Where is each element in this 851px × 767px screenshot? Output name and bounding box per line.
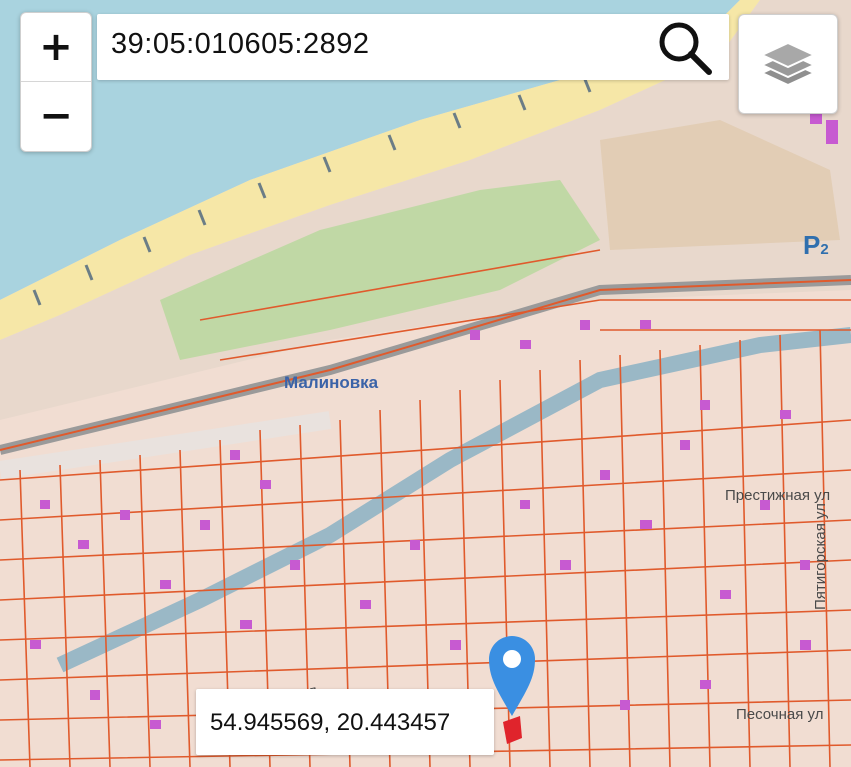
location-pin-icon[interactable] — [489, 636, 535, 716]
search-bar[interactable]: 39:05:010605:2892 — [97, 14, 729, 80]
coordinates-text: 54.945569, 20.443457 — [210, 709, 451, 736]
parking-letter: P — [803, 230, 821, 260]
street-label-pyatigorskaya: Пятигорская ул — [812, 503, 829, 610]
village-label: Малиновка — [284, 373, 379, 392]
zoom-control: + − — [20, 12, 92, 152]
search-icon[interactable] — [655, 20, 715, 76]
parking-label: P2 — [803, 230, 829, 261]
selected-parcel[interactable] — [503, 716, 522, 744]
layers-icon — [759, 41, 817, 87]
zoom-in-button[interactable]: + — [21, 13, 91, 82]
zoom-out-button[interactable]: − — [21, 82, 91, 150]
layers-button[interactable] — [738, 14, 838, 114]
cadastral-map[interactable] — [0, 0, 851, 767]
street-label-prestizhnaya: Престижная ул — [725, 487, 831, 504]
parking-sub: 2 — [820, 241, 829, 258]
street-label-pesochnaya: Песочная ул — [736, 706, 824, 723]
search-input[interactable]: 39:05:010605:2892 — [111, 28, 369, 61]
coordinates-box: 54.945569, 20.443457 — [196, 689, 494, 755]
